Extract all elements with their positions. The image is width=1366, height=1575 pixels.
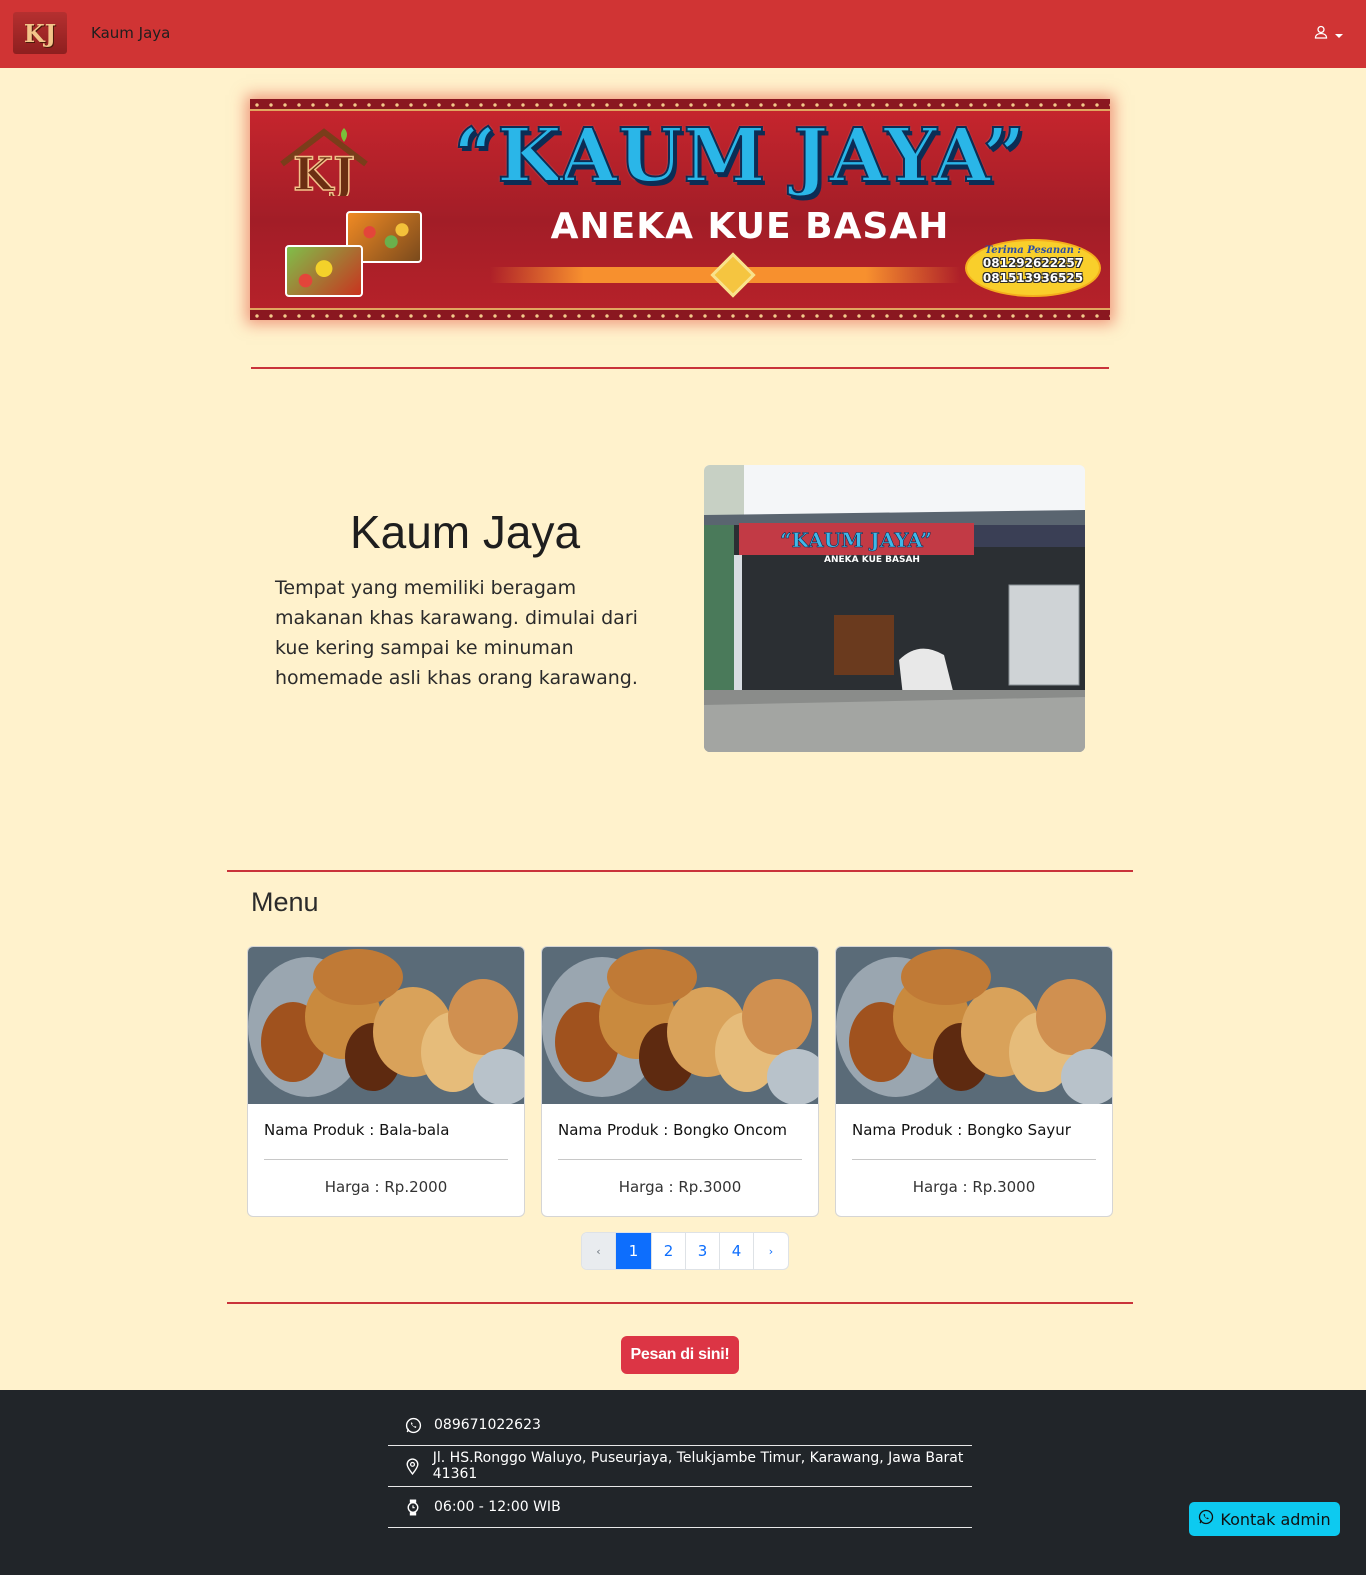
product-image — [248, 947, 524, 1105]
brand-logo-text: KJ — [23, 18, 57, 48]
banner-logo: KJ — [272, 124, 377, 202]
footer-address: Jl. HS.Ronggo Waluyo, Puseurjaya, Telukj… — [432, 1450, 964, 1482]
footer-hours: 06:00 - 12:00 WIB — [434, 1499, 561, 1515]
about-title: Kaum Jaya — [349, 506, 581, 558]
product-name: Nama Produk : Bala-bala — [264, 1121, 450, 1139]
about-description: Tempat yang memiliki beragam makanan kha… — [275, 577, 638, 689]
footer-phone-row: 089671022623 — [388, 1405, 972, 1446]
pagination-page-4[interactable]: 4 — [720, 1233, 754, 1269]
order-label: Terima Pesanan : — [984, 245, 1082, 256]
product-image — [542, 947, 818, 1105]
card-separator — [264, 1159, 508, 1160]
shop-sign-subtitle: ANEKA KUE BASAH — [824, 555, 920, 565]
location-pin-icon — [404, 1457, 421, 1475]
whatsapp-icon — [404, 1416, 422, 1434]
brand-logo[interactable]: KJ — [13, 12, 67, 54]
shop-photo: “KAUM JAYA” ANEKA KUE BASAH — [704, 465, 1085, 752]
user-menu-dropdown[interactable] — [1314, 24, 1344, 43]
banner-border-bottom — [250, 308, 1110, 320]
card-separator — [852, 1159, 1096, 1160]
pagination-page-1[interactable]: 1 — [616, 1233, 652, 1269]
product-card[interactable]: Nama Produk : Bongko Oncom Harga : Rp.30… — [541, 946, 819, 1217]
banner-food-image — [285, 245, 363, 297]
watch-icon — [404, 1498, 422, 1516]
banner-order-badge: Terima Pesanan : 081292622257 0815139365… — [965, 239, 1101, 297]
pagination: ‹ 1 2 3 4 › — [581, 1232, 789, 1270]
navbar: KJ Kaum Jaya — [0, 0, 1366, 68]
order-phone: 081292622257 — [982, 256, 1084, 270]
product-price: Harga : Rp.3000 — [912, 1178, 1036, 1196]
shop-sign-title: “KAUM JAYA” — [780, 528, 932, 552]
product-card[interactable]: Nama Produk : Bongko Sayur Harga : Rp.30… — [835, 946, 1113, 1217]
user-icon — [1314, 24, 1328, 43]
product-price: Harga : Rp.2000 — [324, 1178, 448, 1196]
pagination-page-3[interactable]: 3 — [686, 1233, 720, 1269]
order-button[interactable]: Pesan di sini! — [621, 1336, 739, 1374]
divider — [251, 367, 1109, 369]
contact-admin-label: Kontak admin — [1220, 1509, 1331, 1529]
product-price: Harga : Rp.3000 — [618, 1178, 742, 1196]
hero-banner: KJ “KAUM JAYA” ANEKA KUE BASAH Terima Pe… — [250, 99, 1110, 320]
product-image — [836, 947, 1112, 1105]
banner-diamond-ornament — [710, 252, 756, 298]
pagination-next[interactable]: › — [754, 1233, 788, 1269]
card-separator — [558, 1159, 802, 1160]
footer: 089671022623 Jl. HS.Ronggo Waluyo, Puseu… — [0, 1390, 1366, 1575]
brand-title[interactable]: Kaum Jaya — [91, 24, 170, 42]
product-name: Nama Produk : Bongko Sayur — [852, 1121, 1071, 1139]
banner-subtitle: ANEKA KUE BASAH — [550, 206, 950, 247]
chevron-down-icon — [1334, 24, 1344, 43]
pagination-page-2[interactable]: 2 — [652, 1233, 686, 1269]
footer-address-row: Jl. HS.Ronggo Waluyo, Puseurjaya, Telukj… — [388, 1446, 972, 1487]
divider — [227, 870, 1133, 872]
menu-title: Menu — [251, 887, 319, 917]
whatsapp-icon — [1198, 1509, 1214, 1529]
pagination-prev[interactable]: ‹ — [582, 1233, 616, 1269]
product-card[interactable]: Nama Produk : Bala-bala Harga : Rp.2000 — [247, 946, 525, 1217]
banner-border-top — [250, 99, 1110, 111]
divider — [227, 1302, 1133, 1304]
footer-phone: 089671022623 — [434, 1417, 541, 1433]
order-phone: 081513936525 — [982, 271, 1084, 285]
banner-title: “KAUM JAYA” — [453, 112, 1027, 200]
footer-hours-row: 06:00 - 12:00 WIB — [388, 1487, 972, 1528]
product-name: Nama Produk : Bongko Oncom — [558, 1121, 788, 1139]
banner-logo-text: KJ — [293, 147, 355, 196]
contact-admin-button[interactable]: Kontak admin — [1189, 1502, 1340, 1536]
